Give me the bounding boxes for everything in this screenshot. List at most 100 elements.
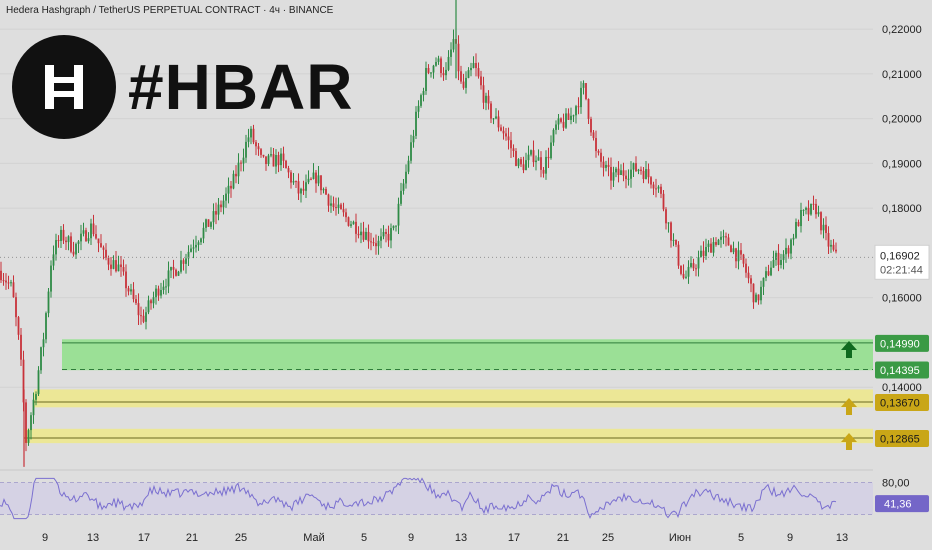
candle-body [172,266,175,270]
candle-body [332,203,335,208]
candle-body [630,169,632,179]
candle-body [70,236,72,252]
candle-body [265,156,267,164]
candle-body [560,118,562,122]
candle-body [477,68,480,77]
candle-body [832,244,835,250]
candle-body [687,266,690,277]
candle-body [692,263,695,269]
candle-body [137,303,140,316]
candle-body [580,87,582,108]
candle-body [192,247,195,249]
candle-body [62,229,65,241]
candle-body [157,288,160,296]
candle-body [495,116,497,119]
candle-body [150,300,152,304]
candle-body [830,244,832,247]
candle-body [292,181,295,183]
candle-body [387,233,390,241]
candle-body [772,259,775,268]
candle-body [222,200,225,208]
candle-body [562,121,565,128]
candle-body [340,204,342,210]
candle-body [587,99,590,119]
candle-body [632,163,635,170]
candle-body [95,234,97,239]
candle-body [550,142,552,159]
candle-body [40,347,42,371]
candle-body [700,250,702,258]
candle-body [610,166,612,181]
candle-body [342,209,345,213]
candle-body [685,276,687,278]
candle-body [730,245,732,253]
candle-body [267,155,270,164]
candle-body [737,250,740,262]
candle-body [827,233,830,247]
candle-body [367,231,370,242]
candle-body [0,270,2,281]
candle-body [820,212,822,231]
candle-body [402,183,405,191]
candle-body [637,169,640,172]
candle-body [322,188,325,191]
candle-body [640,169,642,171]
yellow-support-zone-2 [24,428,873,444]
candle-body [620,170,622,176]
candle-body [307,178,310,183]
candle-body [802,209,805,211]
candle-body [242,157,245,164]
price-tick-label: 0,20000 [882,114,922,126]
candle-body [542,169,545,174]
candle-body [430,72,432,74]
candle-body [800,210,802,227]
candle-body [717,239,720,245]
candle-body [710,243,712,253]
candle-body [795,221,797,238]
candle-body [775,252,777,260]
candle-body [352,221,355,225]
candle-body [82,230,85,234]
candle-body [300,188,302,194]
candle-body [622,170,625,176]
candle-body [825,224,827,234]
candle-body [155,288,157,298]
candle-body [280,153,282,166]
candle-body [520,159,522,165]
candle-body [712,242,715,253]
candle-body [697,257,700,269]
candle-body [405,171,407,184]
candle-body [420,95,422,106]
candle-body [645,169,647,179]
candle-body [757,294,760,301]
candle-body [365,231,367,240]
candle-body [555,124,557,130]
candle-body [105,249,107,258]
candle-body [650,177,652,185]
candle-body [102,247,105,250]
symbol-title[interactable]: Hedera Hashgraph / TetherUS PERPETUAL CO… [6,5,333,16]
candle-body [490,103,492,119]
hbar-logo-icon [12,35,116,139]
candle-body [182,260,185,264]
candle-body [335,207,337,209]
candle-body [482,85,485,103]
candle-body [647,169,650,178]
candle-body [272,154,275,167]
candle-body [145,312,147,322]
candle-body [427,67,430,73]
candle-body [585,83,587,100]
candle-body [575,106,577,116]
time-tick-label: 21 [186,532,198,544]
candle-body [537,157,540,161]
rsi-value-label: 41,36 [884,499,912,511]
candle-body [10,282,12,284]
candle-body [212,211,215,223]
candle-body [45,313,47,340]
candle-body [437,58,440,62]
candle-body [77,241,80,244]
candle-body [397,203,400,226]
candle-body [12,282,15,298]
candle-body [452,39,455,50]
candle-body [142,315,145,322]
